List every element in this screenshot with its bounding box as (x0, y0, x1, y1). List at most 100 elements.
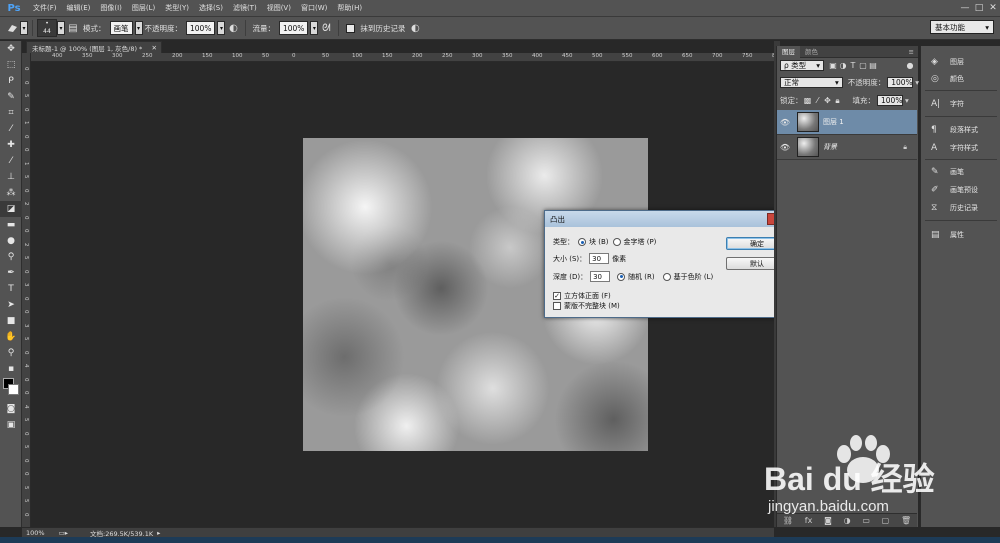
size-input[interactable]: 30 (589, 253, 610, 264)
dodge-tool-icon[interactable]: ⚲ (0, 249, 22, 265)
tool-preset-dropdown[interactable]: ▾ (20, 21, 28, 35)
layer-name[interactable]: 图层 1 (823, 117, 844, 127)
menu-help[interactable]: 帮助(H) (332, 3, 367, 13)
opacity-input[interactable]: 100% (186, 21, 216, 35)
dock-color[interactable]: ◎ 颜色 (921, 71, 1000, 87)
depth-random-radio[interactable] (617, 272, 626, 281)
chevron-down-icon[interactable]: ▾ (915, 78, 919, 87)
path-selection-tool-icon[interactable]: ➤ (0, 297, 22, 313)
dock-history[interactable]: ⧖ 历史记录 (921, 200, 1000, 216)
lock-image-icon[interactable]: ⁄ (813, 96, 823, 106)
crop-tool-icon[interactable]: ⌗ (0, 105, 22, 121)
pen-tool-icon[interactable]: ✒ (0, 265, 22, 281)
lock-all-icon[interactable]: 🔒︎ (833, 96, 843, 106)
history-brush-tool-icon[interactable]: ⁂ (0, 185, 22, 201)
solid-front-checkbox[interactable]: ✓ (553, 292, 561, 300)
brush-tool-icon[interactable]: ⁄ (0, 153, 22, 169)
type-block-radio[interactable] (578, 238, 586, 246)
quick-select-tool-icon[interactable]: ✎ (0, 89, 22, 105)
menu-layer[interactable]: 图层(L) (127, 3, 160, 13)
layer-opacity-input[interactable]: 100% (887, 77, 914, 88)
filter-pixel-icon[interactable]: ▣ (828, 61, 838, 71)
lock-position-icon[interactable]: ✥ (823, 96, 833, 106)
marquee-tool-icon[interactable]: ⬚ (0, 57, 22, 73)
dock-brush[interactable]: ✎ 画笔 (921, 164, 1000, 180)
menu-select[interactable]: 选择(S) (194, 3, 228, 13)
document-tab[interactable]: 未标题-1 @ 100% (图层 1, 灰色/8) * ✕ (26, 41, 162, 53)
visibility-eye-icon[interactable]: 👁︎ (777, 118, 793, 127)
solid-front-label[interactable]: 立方体正面 (F) (564, 291, 611, 301)
type-pyramid-radio[interactable] (612, 238, 621, 246)
workspace-select[interactable]: 基本功能 ▾ (930, 20, 994, 34)
status-info-icon[interactable]: ▭▸ (59, 529, 68, 537)
adjustment-layer-icon[interactable]: ◑ (844, 516, 851, 525)
move-tool-icon[interactable]: ✥ (0, 41, 22, 57)
pressure-opacity-icon[interactable]: ◐ (225, 20, 241, 36)
dock-properties[interactable]: ▤ 属性 (921, 227, 1000, 243)
default-colors-icon[interactable]: ▪ (0, 361, 22, 377)
menu-filter[interactable]: 滤镜(T) (228, 3, 262, 13)
background-color-swatch[interactable] (8, 384, 19, 395)
filter-type-icon[interactable]: T (848, 61, 858, 71)
opacity-dropdown-arrow[interactable]: ▾ (217, 21, 226, 35)
minimize-button[interactable]: — (958, 3, 972, 13)
menu-window[interactable]: 窗口(W) (296, 3, 332, 13)
maximize-button[interactable]: □ (972, 3, 986, 13)
dock-character[interactable]: A| 字符 (921, 96, 1000, 112)
lock-transparent-icon[interactable]: ▩ (803, 96, 813, 106)
tab-layers[interactable]: 图层 (777, 45, 800, 58)
visibility-eye-icon[interactable]: 👁︎ (777, 143, 793, 152)
quick-mask-icon[interactable]: ◙ (0, 401, 22, 417)
filter-smart-object-icon[interactable]: ▤ (868, 61, 878, 71)
dock-brush-presets[interactable]: ✐ 画笔预设 (921, 182, 1000, 198)
layer-style-icon[interactable]: fx (805, 516, 813, 525)
zoom-tool-icon[interactable]: ⚲ (0, 345, 22, 361)
chevron-down-icon[interactable]: ▾ (905, 96, 909, 105)
eraser-tool-icon[interactable]: ◪ (0, 201, 22, 217)
fill-input[interactable]: 100% (877, 95, 903, 106)
menu-file[interactable]: 文件(F) (28, 3, 62, 13)
brush-dropdown[interactable]: ▾ (57, 21, 65, 35)
status-menu-arrow-icon[interactable]: ▸ (157, 529, 160, 537)
trash-icon[interactable]: 🗑︎ (901, 516, 911, 525)
menu-type[interactable]: 类型(Y) (160, 3, 194, 13)
filter-toggle-icon[interactable]: ● (905, 61, 915, 71)
zoom-level[interactable]: 100% (26, 529, 45, 537)
clone-stamp-tool-icon[interactable]: ⊥ (0, 169, 22, 185)
new-layer-icon[interactable]: ▢ (882, 516, 890, 525)
panel-menu-icon[interactable]: ≡ (909, 48, 914, 56)
dock-character-styles[interactable]: A 字符样式 (921, 140, 1000, 156)
lasso-tool-icon[interactable]: ᑭ (0, 73, 22, 89)
close-window-button[interactable]: ✕ (986, 3, 1000, 13)
depth-level-label[interactable]: 基于色阶 (L) (674, 272, 714, 282)
depth-level-radio[interactable] (662, 272, 671, 281)
close-tab-icon[interactable]: ✕ (152, 44, 157, 52)
layer-name[interactable]: 背景 (823, 142, 837, 152)
dock-layers[interactable]: ◈ 图层 (921, 54, 1000, 70)
color-swatches[interactable] (0, 377, 21, 401)
flow-input[interactable]: 100% (278, 21, 309, 35)
layer-row-layer1[interactable]: 👁︎ 图层 1 (777, 110, 917, 135)
type-tool-icon[interactable]: T (0, 281, 22, 297)
screen-mode-icon[interactable]: ▣ (0, 417, 22, 433)
layer-row-background[interactable]: 👁︎ 背景 🔒︎ (777, 135, 917, 160)
dock-paragraph-styles[interactable]: ¶ 段落样式 (921, 122, 1000, 138)
blur-tool-icon[interactable]: ● (0, 233, 22, 249)
depth-input[interactable]: 30 (590, 271, 611, 282)
mask-incomplete-label[interactable]: 蒙版不完整块 (M) (564, 301, 620, 311)
tab-color[interactable]: 颜色 (800, 46, 823, 58)
healing-brush-tool-icon[interactable]: ✚ (0, 137, 22, 153)
layer-filter-select[interactable]: ρ 类型 ▾ (780, 60, 824, 71)
link-layers-icon[interactable]: ⛓ (783, 516, 793, 525)
flow-dropdown-arrow[interactable]: ▾ (310, 21, 319, 35)
eraser-tool-icon[interactable] (4, 20, 20, 36)
hand-tool-icon[interactable]: ✋ (0, 329, 22, 345)
brush-panel-icon[interactable]: ▤ (65, 20, 81, 36)
blend-mode-select[interactable]: 正常 ▾ (780, 77, 843, 88)
depth-random-label[interactable]: 随机 (R) (628, 272, 655, 282)
add-mask-icon[interactable]: ◙ (824, 516, 832, 525)
type-block-label[interactable]: 块 (B) (589, 237, 609, 247)
rectangle-tool-icon[interactable]: ■ (0, 313, 22, 329)
filter-shape-icon[interactable]: ▢ (858, 61, 868, 71)
airbrush-icon[interactable]: ᘛ (318, 20, 334, 36)
